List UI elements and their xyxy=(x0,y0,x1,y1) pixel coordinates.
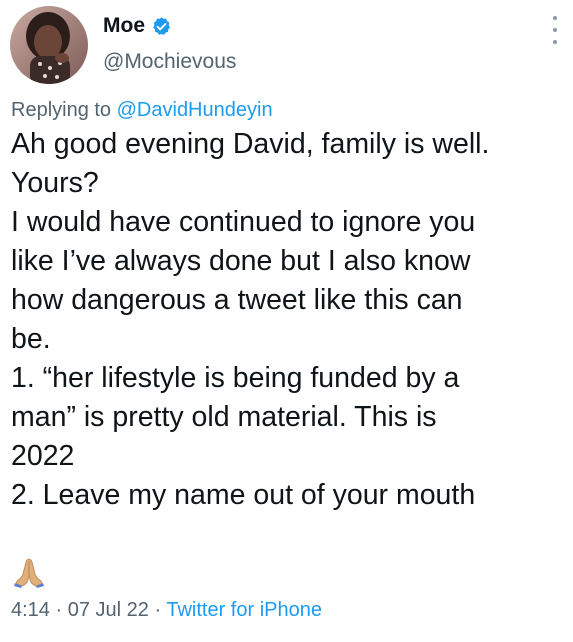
tweet-text-line: 2022 xyxy=(11,440,75,472)
verified-badge-icon xyxy=(151,16,172,37)
tweet-text-line: how dangerous a tweet like this can xyxy=(11,284,463,316)
avatar[interactable] xyxy=(10,6,88,84)
author-handle[interactable]: @Mochievous xyxy=(103,50,236,74)
tweet-text-line: be. xyxy=(11,323,51,355)
avatar-image xyxy=(10,6,88,84)
replying-prefix: Replying to xyxy=(11,99,112,121)
replying-to: Replying to @DavidHundeyin xyxy=(11,99,273,122)
tweet-text-line: Ah good evening David, family is well. xyxy=(11,128,490,160)
meta-separator: · xyxy=(55,599,63,621)
folded-hands-emoji-icon xyxy=(12,555,46,589)
tweet-text-line: I would have continued to ignore you xyxy=(11,206,476,238)
tweet-text-line: Yours? xyxy=(11,167,99,199)
tweet: Moe @Mochievous Replying to @DavidHundey… xyxy=(0,0,573,642)
reply-mention-link[interactable]: @DavidHundeyin xyxy=(117,99,273,121)
tweet-time[interactable]: 4:14 xyxy=(11,599,50,621)
tweet-meta: 4:14 · 07 Jul 22 · Twitter for iPhone xyxy=(11,599,322,622)
tweet-text: Ah good evening David, family is well. Y… xyxy=(11,125,566,515)
tweet-source-link[interactable]: Twitter for iPhone xyxy=(166,599,322,621)
tweet-date[interactable]: 07 Jul 22 xyxy=(68,599,149,621)
author-display-name[interactable]: Moe xyxy=(103,14,145,38)
meta-separator: · xyxy=(154,599,162,621)
tweet-text-line: 1. “her lifestyle is being funded by a xyxy=(11,362,460,394)
tweet-text-line: 2. Leave my name out of your mouth xyxy=(11,479,476,511)
more-options-icon[interactable] xyxy=(551,16,559,44)
author-row: Moe xyxy=(103,14,172,38)
tweet-text-line: man” is pretty old material. This is xyxy=(11,401,437,433)
tweet-text-line: like I’ve always done but I also know xyxy=(11,245,471,277)
